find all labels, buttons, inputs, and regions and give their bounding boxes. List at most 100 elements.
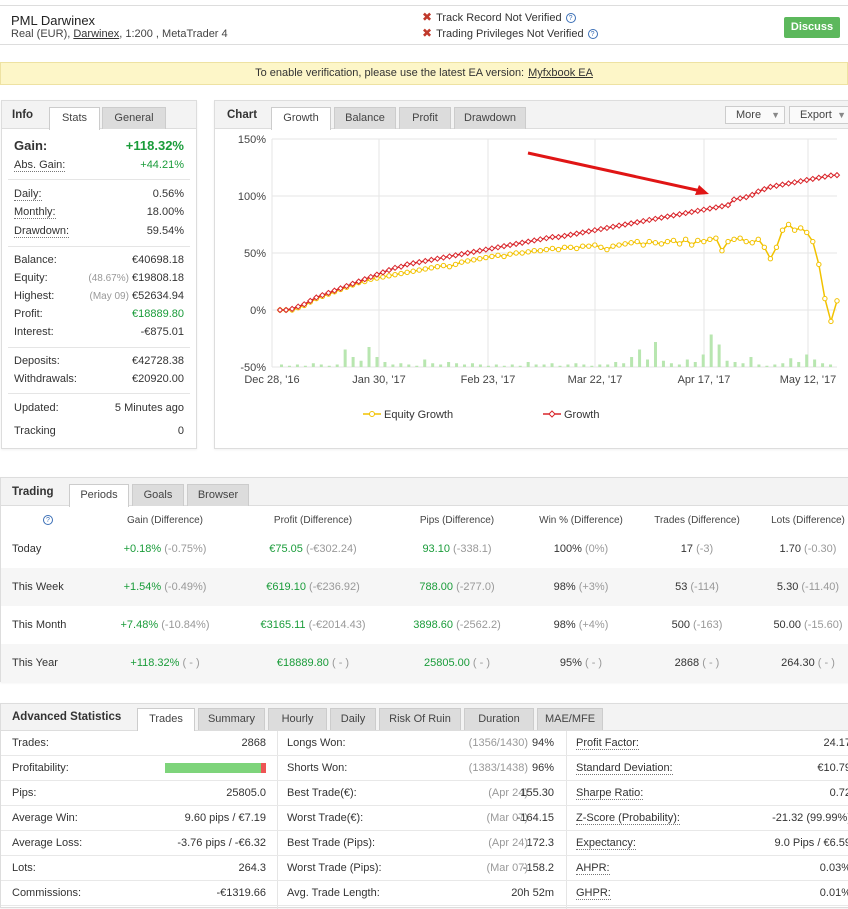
win-difference: (0%) <box>584 543 609 555</box>
data-point <box>797 177 804 185</box>
data-point <box>471 257 477 263</box>
data-point <box>670 212 677 219</box>
tab-profit[interactable]: Profit <box>399 107 451 129</box>
volume-bar <box>287 365 291 367</box>
highest-note: (May 09) <box>89 291 129 302</box>
tab-balance[interactable]: Balance <box>334 107 396 129</box>
data-point <box>531 248 537 254</box>
broker-link[interactable]: Darwinex <box>73 28 119 40</box>
data-point <box>713 235 719 241</box>
data-point <box>719 248 725 254</box>
volume-bar <box>550 363 554 367</box>
data-point <box>664 213 671 220</box>
more-button[interactable]: More ▼ <box>725 106 785 124</box>
y-tick-label: 50% <box>244 248 266 260</box>
tab-periods[interactable]: Periods <box>69 484 129 507</box>
data-point <box>525 238 532 245</box>
divider <box>8 179 190 180</box>
data-point <box>501 253 507 260</box>
data-point <box>392 271 398 278</box>
help-icon[interactable]: ? <box>565 13 576 24</box>
stat-value: 0.01% <box>819 887 848 899</box>
volume-bar <box>280 364 283 367</box>
volume-bar <box>749 357 753 367</box>
volume-bar <box>303 365 307 367</box>
tab-mae-mfe[interactable]: MAE/MFE <box>537 708 603 730</box>
volume-bar <box>598 364 602 367</box>
volume-bar <box>463 364 467 367</box>
y-tick-label: 150% <box>238 134 266 146</box>
tab-summary[interactable]: Summary <box>198 708 265 730</box>
tab-browser[interactable]: Browser <box>187 484 249 506</box>
tab-risk-of-ruin[interactable]: Risk Of Ruin <box>379 708 461 730</box>
stat-label: Lots: <box>12 862 36 874</box>
abs-gain-label: Abs. Gain: <box>14 159 66 172</box>
volume-bar <box>319 364 323 367</box>
data-point <box>695 237 701 244</box>
lots-cell: 5.30 (-11.40) <box>728 581 848 593</box>
drawdown-value: 59.54% <box>146 225 184 237</box>
tab-daily[interactable]: Daily <box>330 708 376 730</box>
col-lots-header: Lots (Difference) <box>771 515 845 526</box>
data-point <box>525 249 531 255</box>
volume-bar <box>638 349 642 367</box>
lots-cell: 50.00 (-15.60) <box>728 619 848 631</box>
data-point <box>488 245 496 252</box>
data-point <box>658 241 665 247</box>
discuss-button[interactable]: Discuss <box>784 17 840 38</box>
volume-bar <box>733 362 737 367</box>
volume-bar <box>455 363 459 367</box>
chevron-down-icon: ▼ <box>771 110 780 120</box>
tab-goals[interactable]: Goals <box>132 484 184 506</box>
pips-value: 3898.60 <box>413 619 454 631</box>
data-point <box>682 236 689 243</box>
data-point <box>434 255 441 262</box>
volume-bar <box>391 364 395 367</box>
profit-value: €18889.80 <box>132 308 184 320</box>
tab-growth[interactable]: Growth <box>271 107 331 130</box>
win-value: 98% <box>553 581 576 593</box>
gain-difference: ( - ) <box>182 657 200 669</box>
help-icon[interactable]: ? <box>43 515 53 525</box>
table-row: This Week +1.54% (-0.49%) €619.10 (-€236.9… <box>1 568 848 606</box>
tab-drawdown[interactable]: Drawdown <box>454 107 526 129</box>
tab-trades[interactable]: Trades <box>137 708 195 731</box>
gain-label: Gain: <box>14 138 48 153</box>
stat-label: Commissions: <box>12 887 82 899</box>
data-point <box>512 240 520 248</box>
gain-difference: (-0.75%) <box>164 543 207 555</box>
data-point <box>658 214 665 221</box>
export-button[interactable]: Export ▼ <box>789 106 848 124</box>
tab-stats[interactable]: Stats <box>49 107 100 130</box>
data-point <box>701 238 707 245</box>
stat-label: Expectancy: <box>576 837 636 850</box>
data-point <box>628 240 634 246</box>
data-point <box>743 238 749 245</box>
gain-value: +7.48% <box>120 619 159 631</box>
help-icon[interactable]: ? <box>587 29 598 40</box>
trading-title: Trading <box>12 486 54 498</box>
stat-value: -€1319.66 <box>216 887 266 899</box>
data-point <box>549 233 556 241</box>
period-label: Today <box>12 543 42 555</box>
tab-duration[interactable]: Duration <box>464 708 534 730</box>
data-point <box>518 239 526 246</box>
data-point <box>567 231 574 238</box>
interest-value: -€875.01 <box>140 326 184 338</box>
data-point <box>537 236 544 243</box>
gain-row: Gain: +118.32% <box>14 138 184 154</box>
info-title: Info <box>12 109 34 121</box>
stat-note: (1356/1430) <box>468 737 528 749</box>
data-point <box>592 242 598 248</box>
stat-value: -21.32 (99.99%) <box>772 812 848 824</box>
data-point <box>646 216 653 224</box>
data-point <box>767 256 774 262</box>
ea-link[interactable]: Myfxbook EA <box>528 67 593 79</box>
tab-general[interactable]: General <box>102 107 166 129</box>
info-panel-header: Info Stats General <box>2 101 196 130</box>
tab-hourly[interactable]: Hourly <box>268 708 327 730</box>
gain-cell: +1.54% (-0.49%) <box>85 581 245 593</box>
volume-bar <box>534 364 538 367</box>
profit-cell: €619.10 (-€236.92) <box>233 581 393 593</box>
stat-label: GHPR: <box>576 887 611 900</box>
